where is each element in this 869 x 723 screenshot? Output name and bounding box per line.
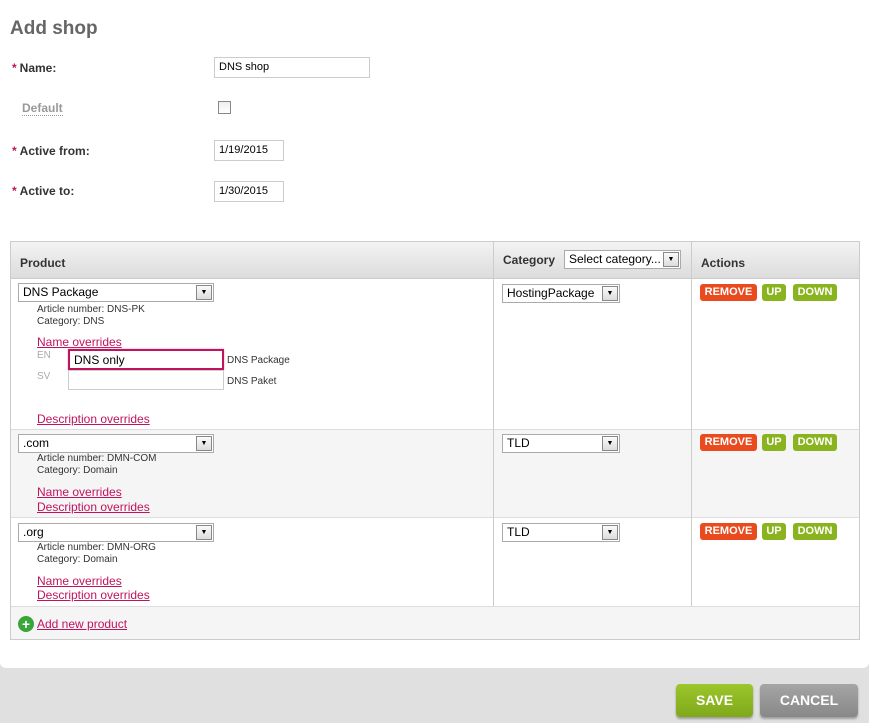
up-button[interactable]: UP (762, 434, 786, 451)
default-name: DNS Paket (227, 376, 277, 387)
table-footer: + Add new product (11, 607, 859, 639)
default-name: DNS Package (227, 355, 290, 366)
active-from-label: * Active from: (12, 144, 90, 158)
column-divider (493, 242, 494, 606)
active-to-input[interactable]: 1/30/2015 (214, 181, 284, 202)
chevron-down-icon: ▼ (196, 436, 212, 451)
description-overrides-link[interactable]: Description overrides (37, 500, 150, 514)
save-button[interactable]: SAVE (676, 684, 753, 717)
remove-button[interactable]: REMOVE (700, 523, 757, 540)
add-new-product-link[interactable]: Add new product (37, 617, 127, 631)
cancel-button[interactable]: CANCEL (760, 684, 858, 717)
category-select[interactable]: TLD ▼ (502, 434, 620, 453)
table-row: DNS Package ▼ Article number: DNS-PK Categ… (11, 279, 859, 430)
product-meta: Article number: DMN-COM Category: Domain (37, 453, 157, 476)
name-overrides-link[interactable]: Name overrides (37, 335, 122, 349)
default-checkbox[interactable] (218, 101, 231, 114)
down-button[interactable]: DOWN (793, 284, 837, 301)
chevron-down-icon: ▼ (602, 436, 618, 451)
chevron-down-icon: ▼ (196, 525, 212, 540)
category-select[interactable]: TLD ▼ (502, 523, 620, 542)
chevron-down-icon: ▼ (602, 286, 618, 301)
description-overrides-link[interactable]: Description overrides (37, 412, 150, 426)
chevron-down-icon: ▼ (196, 285, 212, 300)
description-overrides-link[interactable]: Description overrides (37, 588, 150, 602)
name-override-en-input[interactable]: DNS only (68, 349, 224, 370)
category-filter-select[interactable]: Select category... ▼ (564, 250, 681, 269)
up-button[interactable]: UP (762, 284, 786, 301)
name-input[interactable]: DNS shop (214, 57, 370, 78)
active-from-input[interactable]: 1/19/2015 (214, 140, 284, 161)
name-override-sv-input[interactable] (68, 370, 224, 390)
lang-label: EN (37, 350, 51, 361)
products-table: Product Category Select category... ▼ Act… (10, 241, 860, 640)
product-select[interactable]: .com ▼ (18, 434, 214, 453)
table-row: .org ▼ Article number: DMN-ORG Category: D… (11, 518, 859, 607)
remove-button[interactable]: REMOVE (700, 284, 757, 301)
plus-icon: + (18, 616, 34, 632)
product-select[interactable]: DNS Package ▼ (18, 283, 214, 302)
table-header: Product Category Select category... ▼ Act… (11, 242, 859, 279)
name-overrides-link[interactable]: Name overrides (37, 574, 122, 588)
lang-label: SV (37, 371, 51, 382)
header-actions: Actions (701, 256, 746, 270)
table-row: .com ▼ Article number: DMN-COM Category: D… (11, 430, 859, 518)
header-category: Category (503, 253, 556, 267)
product-meta: Article number: DMN-ORG Category: Domain (37, 542, 156, 565)
chevron-down-icon: ▼ (602, 525, 618, 540)
category-select[interactable]: HostingPackage ▼ (502, 284, 620, 303)
default-label: Default (22, 101, 63, 116)
name-label: * Name: (12, 61, 57, 75)
down-button[interactable]: DOWN (793, 523, 837, 540)
chevron-down-icon: ▼ (663, 252, 679, 267)
product-select[interactable]: .org ▼ (18, 523, 214, 542)
column-divider (691, 242, 692, 606)
product-meta: Article number: DNS-PK Category: DNS (37, 304, 145, 327)
up-button[interactable]: UP (762, 523, 786, 540)
form-panel: Add shop * Name: DNS shop Default * Active… (0, 0, 869, 668)
down-button[interactable]: DOWN (793, 434, 837, 451)
active-to-label: * Active to: (12, 184, 75, 198)
page-title: Add shop (10, 18, 98, 39)
header-product: Product (20, 256, 66, 270)
remove-button[interactable]: REMOVE (700, 434, 757, 451)
name-overrides-link[interactable]: Name overrides (37, 485, 122, 499)
